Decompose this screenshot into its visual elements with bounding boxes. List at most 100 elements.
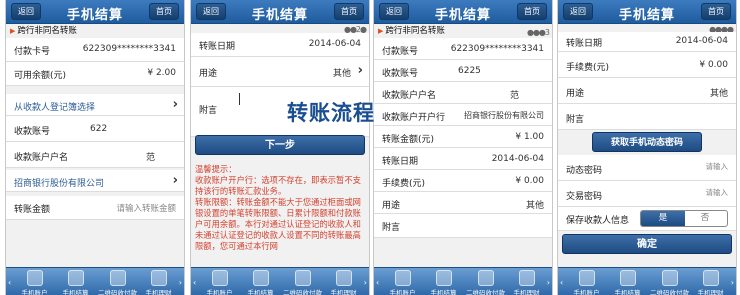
purpose-label: 用途 — [199, 69, 218, 79]
confirm-label: 转账日期 — [382, 157, 419, 167]
tab-qr-payment[interactable]: 二维码收付款 — [647, 268, 692, 295]
screen-transfer-date: 返回 手机结算 首页 ●●2● 转账日期 2014-06-04 用途 其他 › … — [190, 0, 370, 295]
tab-label: 手机结算 — [247, 289, 274, 295]
confirm-row-purpose: 用途 其他 — [374, 192, 552, 214]
screen-transfer-confirm: 返回 手机结算 首页 ▶ 跨行非同名转账 ●●●3 付款账号 622309*****… — [373, 0, 553, 295]
settlement-icon — [619, 270, 636, 286]
dynamic-password-input[interactable]: 请输入 — [706, 161, 729, 172]
tab-label: 手机账户 — [389, 289, 416, 295]
bank-select-row[interactable]: 招商银行股份有限公司 › — [6, 170, 184, 192]
confirm-value: 招商银行股份有限公司 — [464, 111, 544, 120]
purpose-row[interactable]: 用途 其他 › — [191, 57, 369, 87]
content: ▶ 跨行非同名转账 付款卡号 622309********3341 可用余额(元)… — [6, 25, 184, 267]
select-payee-row[interactable]: 从收款人登记簿选择 › — [6, 94, 184, 116]
confirm-row-note: 附言 — [374, 214, 552, 238]
chevron-right-icon: › — [172, 97, 178, 112]
transfer-date-row[interactable]: 转账日期 2014-06-04 — [191, 33, 369, 57]
tab-label: 二维码收付款 — [283, 289, 322, 295]
overlay-title: 转账流程 — [287, 101, 375, 125]
tab-left-arrow-icon[interactable]: ‹ — [376, 278, 379, 287]
confirm-button[interactable]: 确定 — [562, 234, 732, 254]
tab-mobile-account[interactable]: 手机账户 — [380, 268, 425, 295]
tab-mobile-settlement[interactable]: 手机结算 — [238, 268, 283, 295]
arrow-right-icon: ▶ — [10, 27, 16, 35]
tab-right-arrow-icon[interactable]: › — [547, 278, 550, 287]
settlement-icon — [435, 270, 452, 286]
tab-mobile-account[interactable]: 手机账户 — [564, 268, 609, 295]
confirm-value: 其他 — [525, 201, 544, 211]
trade-password-input[interactable]: 请输入 — [706, 187, 729, 198]
wealth-icon — [335, 270, 352, 286]
payee-name-row[interactable]: 收款账户户名 范 — [6, 142, 184, 168]
qr-icon — [477, 270, 494, 286]
balance-label: 可用余额(元) — [14, 71, 67, 81]
note-label: 附言 — [199, 106, 218, 116]
dynamic-password-row[interactable]: 动态密码 请输入 — [558, 155, 736, 181]
tab-mobile-settlement[interactable]: 手机结算 — [53, 268, 98, 295]
transfer-date-value[interactable]: 2014-06-04 — [309, 39, 361, 49]
summary-row-fee: 手续费(元) ¥ 0.00 — [558, 52, 736, 78]
summary-label: 转账日期 — [566, 39, 603, 49]
tab-label: 手机结算 — [430, 289, 457, 295]
confirm-label: 收款账户开户行 — [382, 113, 446, 123]
amount-row[interactable]: 转账金额 请输入转账金额 — [6, 196, 184, 220]
next-button[interactable]: 下一步 — [195, 135, 365, 155]
amount-input[interactable]: 请输入转账金额 — [116, 202, 176, 214]
balance-value: ¥ 2.00 — [147, 68, 176, 78]
tab-left-arrow-icon[interactable]: ‹ — [560, 278, 563, 287]
save-payee-label: 保存收款人信息 — [566, 216, 630, 226]
tab-label: 二维码收付款 — [98, 289, 137, 295]
confirm-row-payee-name: 收款账户户名 范 — [374, 82, 552, 104]
wealth-icon — [702, 270, 719, 286]
section-title-text: 跨行非同名转账 — [385, 26, 445, 36]
tab-mobile-account[interactable]: 手机账户 — [197, 268, 242, 295]
tab-label: 手机结算 — [614, 289, 641, 295]
save-payee-toggle[interactable]: 是 否 — [640, 210, 728, 227]
payment-card-row: 付款卡号 622309********3341 — [6, 38, 184, 62]
tab-right-arrow-icon[interactable]: › — [364, 278, 367, 287]
payee-name-input[interactable]: 范 — [146, 150, 155, 163]
summary-row-purpose: 用途 其他 — [558, 78, 736, 104]
tab-wealth[interactable]: 手机理财 — [688, 268, 733, 295]
tab-right-arrow-icon[interactable]: › — [731, 278, 734, 287]
confirm-value: 范 — [510, 91, 520, 101]
tab-left-arrow-icon[interactable]: ‹ — [8, 278, 11, 287]
toggle-yes[interactable]: 是 — [641, 211, 685, 226]
tab-wealth[interactable]: 手机理财 — [321, 268, 366, 295]
tab-mobile-settlement[interactable]: 手机结算 — [421, 268, 466, 295]
screen-transfer-input: 返回 手机结算 首页 ▶ 跨行非同名转账 付款卡号 622309********3… — [5, 0, 185, 295]
tab-qr-payment[interactable]: 二维码收付款 — [280, 268, 325, 295]
confirm-row-amount: 转账金额(元) ¥ 1.00 — [374, 126, 552, 148]
payment-card-value: 622309********3341 — [82, 44, 176, 54]
tab-wealth[interactable]: 手机理财 — [504, 268, 549, 295]
top-bar: 返回 手机结算 首页 — [558, 0, 736, 24]
balance-row: 可用余额(元) ¥ 2.00 — [6, 62, 184, 86]
get-sms-code-button[interactable]: 获取手机动态密码 — [592, 132, 702, 152]
summary-label: 用途 — [566, 89, 585, 99]
top-bar: 返回 手机结算 首页 — [6, 0, 184, 24]
bottom-tab-bar: ‹ 手机账户 手机结算 二维码收付款 手机理财 › — [191, 267, 369, 295]
home-button[interactable]: 首页 — [701, 3, 731, 20]
tab-qr-payment[interactable]: 二维码收付款 — [463, 268, 508, 295]
toggle-no[interactable]: 否 — [683, 211, 727, 226]
tab-mobile-account[interactable]: 手机账户 — [12, 268, 57, 295]
payee-account-row[interactable]: 收款账号 622 — [6, 116, 184, 142]
home-button[interactable]: 首页 — [334, 3, 364, 20]
content: ▶ 跨行非同名转账 ●●●3 付款账号 622309********3341 收款账… — [374, 25, 552, 267]
tab-left-arrow-icon[interactable]: ‹ — [193, 278, 196, 287]
tab-qr-payment[interactable]: 二维码收付款 — [95, 268, 140, 295]
home-button[interactable]: 首页 — [517, 3, 547, 20]
tab-wealth[interactable]: 手机理财 — [136, 268, 181, 295]
tab-right-arrow-icon[interactable]: › — [179, 278, 182, 287]
confirm-label: 手续费(元) — [382, 179, 426, 189]
settlement-icon — [252, 270, 269, 286]
account-icon — [211, 270, 228, 286]
confirm-row-payer: 付款账号 622309********3341 — [374, 38, 552, 60]
home-button[interactable]: 首页 — [149, 3, 179, 20]
tab-mobile-settlement[interactable]: 手机结算 — [605, 268, 650, 295]
trade-password-row[interactable]: 交易密码 请输入 — [558, 181, 736, 207]
bottom-tab-bar: ‹ 手机账户 手机结算 二维码收付款 手机理财 › — [558, 267, 736, 295]
payee-account-input[interactable]: 622 — [90, 124, 107, 134]
settlement-icon — [67, 270, 84, 286]
transfer-date-label: 转账日期 — [199, 42, 236, 52]
